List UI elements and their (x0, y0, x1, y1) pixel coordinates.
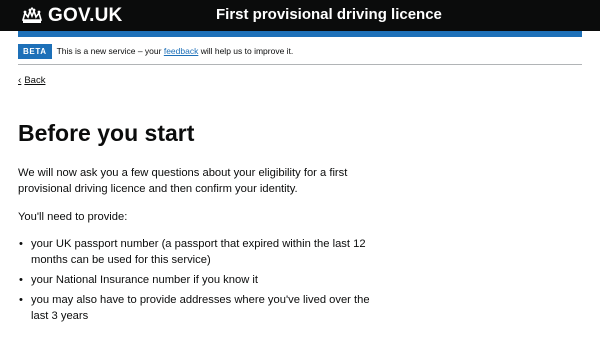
bullet-icon: • (19, 238, 23, 250)
need-to-provide-text: You'll need to provide: (18, 211, 128, 223)
list-item-text: you may also have to provide addresses w… (31, 294, 370, 322)
phase-text-after: will help us to improve it. (198, 46, 294, 56)
phase-text-before: This is a new service – your (56, 46, 164, 56)
site-header: GOV.UK First provisional driving licence (0, 0, 600, 31)
back-link-label: Back (24, 75, 46, 86)
header-accent-bar (18, 31, 582, 37)
govuk-logo-link[interactable]: GOV.UK (21, 5, 122, 27)
logo-text: GOV.UK (48, 5, 123, 26)
requirements-list: • your UK passport number (a passport tha… (18, 236, 388, 328)
crown-icon (21, 7, 43, 23)
list-item: • you may also have to provide addresses … (18, 292, 388, 324)
intro-paragraph: We will now ask you a few questions abou… (18, 167, 348, 195)
list-item: • your National Insurance number if you k… (18, 272, 388, 288)
service-name-link[interactable]: First provisional driving licence (216, 5, 442, 25)
list-item: • your UK passport number (a passport tha… (18, 236, 388, 268)
phase-banner-text: This is a new service – your feedback wi… (57, 45, 294, 57)
list-item-text: your National Insurance number if you kn… (31, 274, 258, 286)
beta-tag: BETA (18, 44, 52, 59)
feedback-link[interactable]: feedback (164, 46, 199, 56)
page-title: Before you start (18, 120, 195, 146)
chevron-left-icon: ‹ (18, 75, 22, 86)
phase-banner: BETA This is a new service – your feedba… (18, 42, 582, 65)
bullet-icon: • (19, 274, 23, 286)
bullet-icon: • (19, 294, 23, 306)
list-item-text: your UK passport number (a passport that… (31, 238, 366, 266)
back-link[interactable]: ‹ Back (18, 75, 45, 87)
